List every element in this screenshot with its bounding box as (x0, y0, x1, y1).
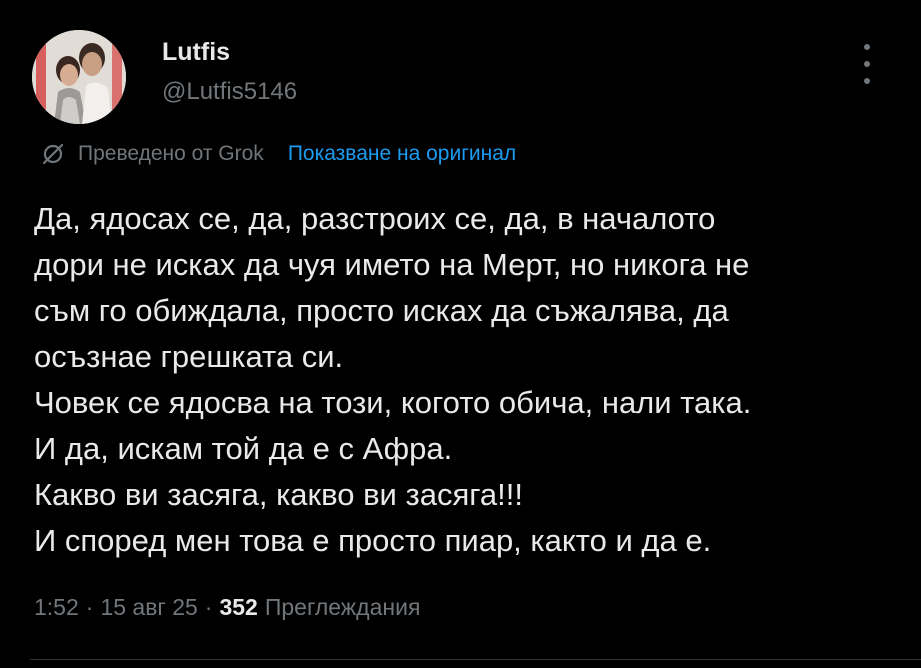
tweet-meta: 1:52 · 15 авг 25 · 352 Преглеждания (34, 594, 420, 621)
views-count[interactable]: 352 (219, 594, 257, 621)
tweet-line: Човек се ядосва на този, когото обича, н… (34, 385, 752, 420)
tweet-line: съм го обиждала, просто исках да съжаляв… (34, 293, 729, 328)
tweet-line: И според мен това е просто пиар, както и… (34, 523, 712, 558)
translated-by-label: Преведено от Grok (78, 142, 264, 165)
more-vertical-icon[interactable] (856, 44, 878, 84)
avatar[interactable] (32, 30, 126, 124)
avatar-photo (32, 30, 126, 124)
meta-separator: · (85, 594, 94, 620)
author-handle[interactable]: @Lutfis5146 (162, 78, 297, 106)
translation-row: Преведено от Grok Показване на оригинал (40, 141, 516, 167)
author-name[interactable]: Lutfis (162, 38, 230, 67)
tweet-time[interactable]: 1:52 (34, 594, 79, 621)
grok-translate-icon (42, 143, 64, 165)
tweet-line: осъзнае грешката си. (34, 339, 344, 374)
divider (30, 659, 921, 660)
tweet-line: И да, искам той да е с Афра. (34, 431, 453, 466)
tweet-text: Да, ядосах се, да, разстроих се, да, в н… (34, 196, 904, 564)
tweet-date[interactable]: 15 авг 25 (100, 594, 197, 621)
tweet-line: Какво ви засяга, какво ви засяга!!! (34, 477, 523, 512)
tweet-line: Да, ядосах се, да, разстроих се, да, в н… (34, 201, 716, 236)
tweet-line: дори не исках да чуя името на Мерт, но н… (34, 247, 750, 282)
show-original-link[interactable]: Показване на оригинал (288, 142, 516, 166)
views-label[interactable]: Преглеждания (265, 594, 421, 621)
meta-separator: · (204, 594, 213, 620)
